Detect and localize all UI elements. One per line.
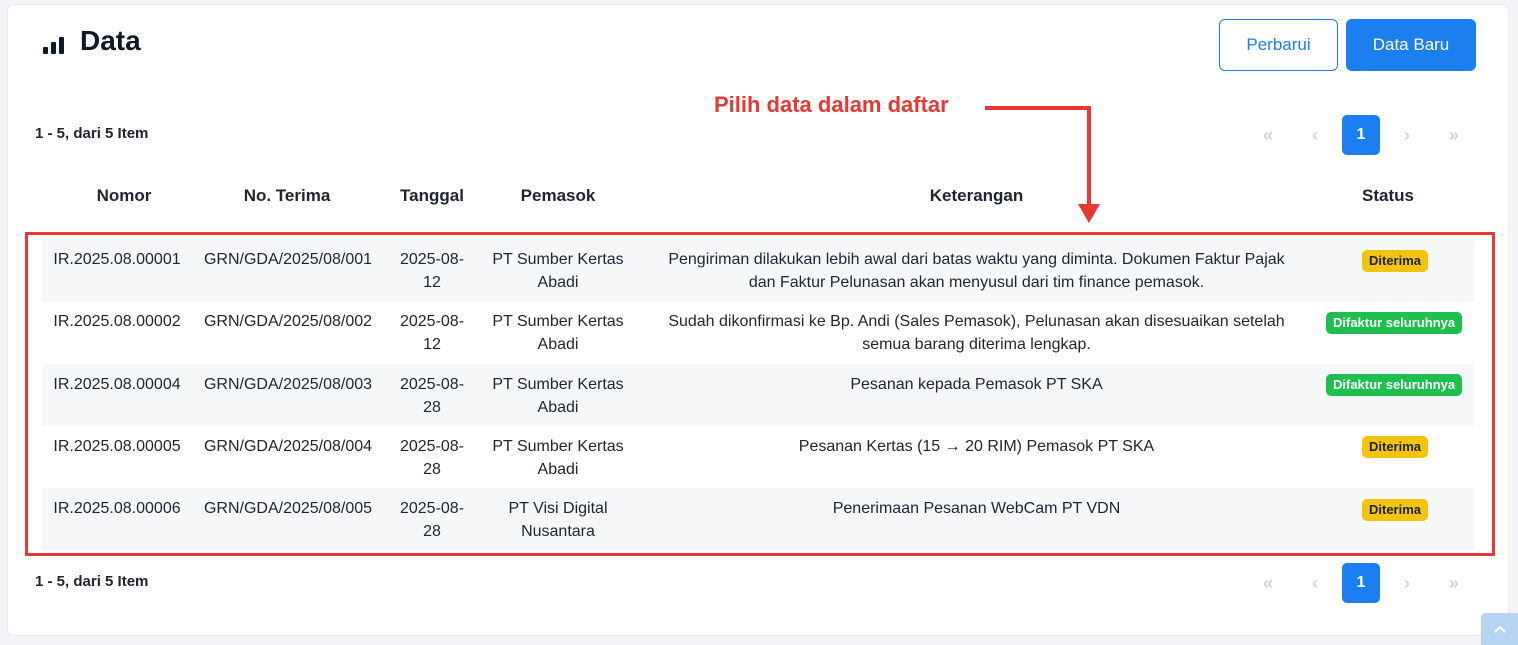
highlight-box (25, 232, 1495, 556)
last-page-button[interactable]: » (1435, 563, 1473, 603)
pagination-top: « ‹ 1 › » (1241, 115, 1481, 155)
column-header-pemasok[interactable]: Pemasok (488, 186, 628, 206)
scroll-to-top-button[interactable] (1481, 613, 1518, 645)
annotation-arrow (985, 106, 1091, 110)
column-header-tanggal[interactable]: Tanggal (390, 186, 474, 206)
column-header-status[interactable]: Status (1318, 186, 1458, 206)
annotation-arrow (1087, 106, 1091, 206)
item-count-top: 1 - 5, dari 5 Item (35, 125, 149, 142)
new-data-button[interactable]: Data Baru (1346, 19, 1476, 71)
page-title: Data (80, 25, 141, 56)
refresh-button[interactable]: Perbarui (1219, 19, 1338, 71)
chevron-up-icon (1493, 625, 1506, 633)
column-header-no-terima[interactable]: No. Terima (205, 186, 369, 206)
card-header: Data Perbarui Data Baru (8, 5, 1508, 89)
pagination-bottom: « ‹ 1 › » (1241, 563, 1481, 603)
prev-page-button[interactable]: ‹ (1296, 115, 1334, 155)
annotation-label: Pilih data dalam daftar (714, 92, 949, 117)
first-page-button[interactable]: « (1249, 563, 1287, 603)
column-header-keterangan[interactable]: Keterangan (650, 186, 1303, 206)
next-page-button[interactable]: › (1388, 563, 1426, 603)
bar-chart-icon (43, 34, 65, 54)
item-count-bottom: 1 - 5, dari 5 Item (35, 573, 149, 590)
last-page-button[interactable]: » (1435, 115, 1473, 155)
arrow-down-icon (1078, 204, 1100, 223)
next-page-button[interactable]: › (1388, 115, 1426, 155)
page-1-button[interactable]: 1 (1342, 115, 1380, 155)
first-page-button[interactable]: « (1249, 115, 1287, 155)
page-1-button[interactable]: 1 (1342, 563, 1380, 603)
column-header-nomor[interactable]: Nomor (60, 186, 188, 206)
prev-page-button[interactable]: ‹ (1296, 563, 1334, 603)
